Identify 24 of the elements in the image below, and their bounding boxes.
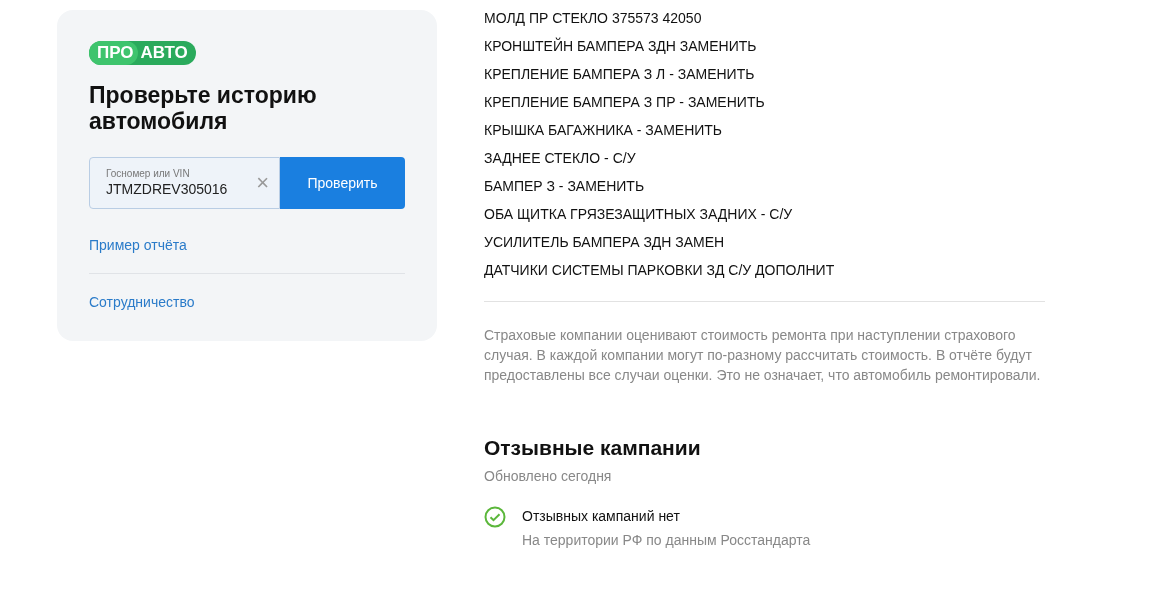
- updated-text: Обновлено сегодня: [484, 467, 613, 486]
- check-button[interactable]: Проверить: [280, 157, 405, 209]
- repair-item: МОЛД ПР СТЕКЛО 375573 42050: [484, 9, 703, 28]
- repair-item: УСИЛИТЕЛЬ БАМПЕРА ЗДН ЗАМЕН: [484, 233, 726, 252]
- repair-item: КРЕПЛЕНИЕ БАМПЕРА З ПР - ЗАМЕНИТЬ: [484, 93, 766, 112]
- repair-item: БАМПЕР З - ЗАМЕНИТЬ: [484, 177, 646, 196]
- repair-item: КРОНШТЕЙН БАМПЕРА ЗДН ЗАМЕНИТЬ: [484, 36, 758, 56]
- sidebar-title: Проверьте историю автомобиля: [89, 82, 318, 134]
- repair-item: ДАТЧИКИ СИСТЕМЫ ПАРКОВКИ ЗД С/У ДОПОЛНИТ: [484, 261, 836, 280]
- sample-report-link[interactable]: Пример отчёта: [89, 235, 405, 256]
- check-icon: [484, 506, 506, 528]
- clear-button[interactable]: ×: [256, 172, 269, 194]
- repair-item: ОБА ЩИТКА ГРЯЗЕЗАЩИТНЫХ ЗАДНИХ - С/У: [484, 205, 794, 224]
- recall-source: На территории РФ по данным Росстандарта: [522, 531, 811, 550]
- section-title: Отзывные кампании: [484, 435, 702, 461]
- repair-item: КРЫШКА БАГАЖНИКА - ЗАМЕНИТЬ: [484, 121, 724, 140]
- search-field[interactable]: Госномер или VIN JTMZDREV305016 ×: [89, 157, 280, 209]
- logo-text: ПРО: [89, 41, 138, 65]
- repair-item: КРЕПЛЕНИЕ БАМПЕРА З Л - ЗАМЕНИТЬ: [484, 65, 756, 84]
- logo-text: АВТО: [139, 42, 188, 65]
- partnership-link[interactable]: Сотрудничество: [89, 292, 405, 313]
- insurance-note: Страховые компании оценивают стоимость ремонта при наступлении страхового случая. В каждой компании могут по-разному рассчитать стоимость. В отчёте будут предоставлены все случаи оценки. Это не означает, что автомобиль ремонтировали.: [484, 326, 1042, 385]
- repair-item: ЗАДНЕЕ СТЕКЛО - С/У: [484, 149, 637, 168]
- recall-status: Отзывных кампаний нет: [522, 507, 681, 526]
